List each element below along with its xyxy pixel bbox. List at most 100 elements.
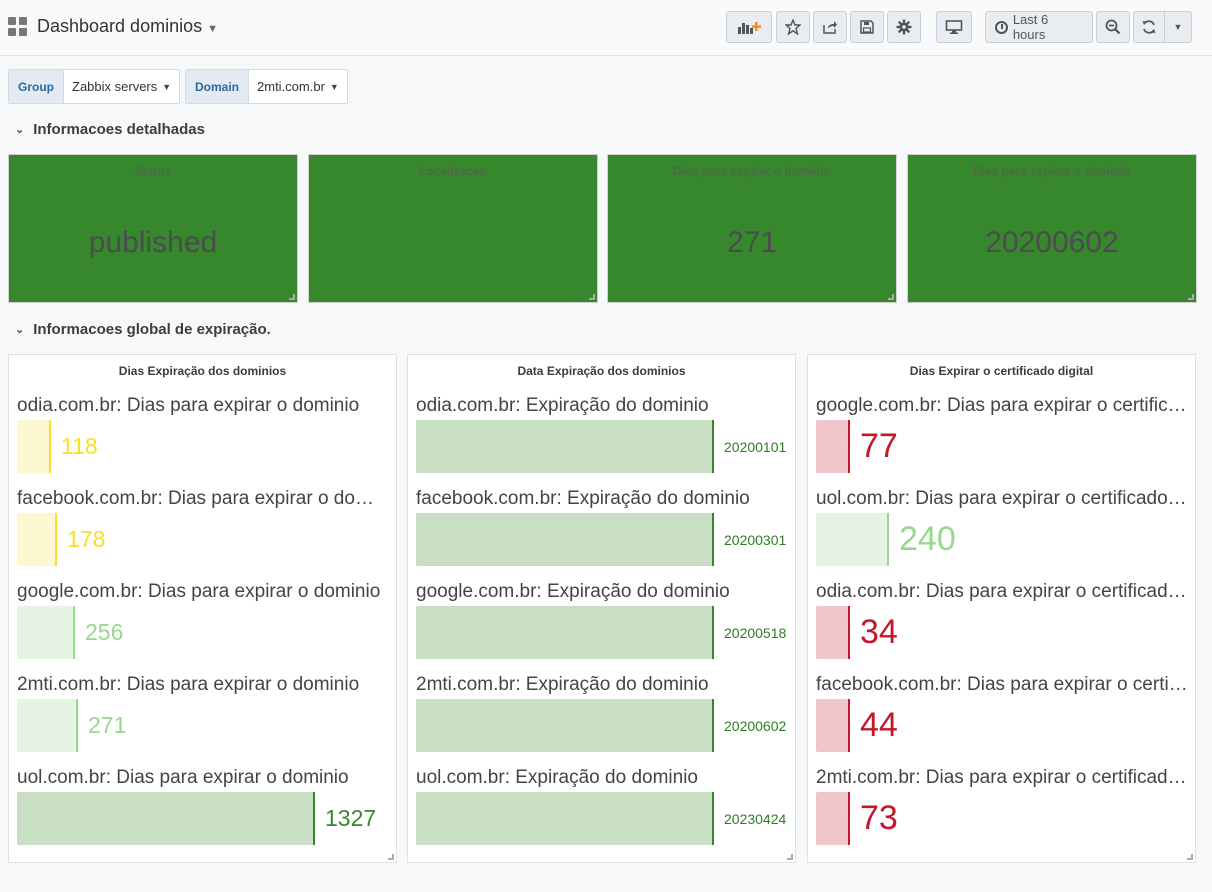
bar-gauge-bar (416, 513, 714, 566)
resize-handle[interactable] (388, 854, 394, 860)
caret-down-icon: ▼ (162, 81, 172, 92)
settings-button[interactable] (887, 11, 921, 43)
bar-gauge-label: 2mti.com.br: Dias para expirar o certifi… (816, 767, 1188, 788)
bar-gauge-value: 44 (860, 706, 898, 744)
bar-gauge-value: 240 (899, 520, 956, 558)
bar-gauge-item: google.com.br: Dias para expirar o certi… (816, 395, 1188, 480)
bar-gauge-bar (17, 699, 78, 752)
bar-gauge-value: 20200101 (724, 438, 787, 455)
zoom-out-button[interactable] (1096, 11, 1130, 43)
share-button[interactable] (813, 11, 847, 43)
refresh-button[interactable] (1133, 11, 1165, 43)
add-panel-button[interactable] (726, 11, 772, 43)
bar-gauge-bar (416, 699, 714, 752)
bar-gauge-label: uol.com.br: Dias para expirar o certific… (816, 488, 1188, 509)
row-informacoes-global[interactable]: ⌄ Informacoes global de expiração. (15, 321, 271, 338)
chevron-down-icon: ⌄ (15, 124, 25, 136)
bar-gauge-bar (17, 606, 75, 659)
resize-handle[interactable] (1188, 294, 1194, 300)
bar-gauge-item: odia.com.br: Dias para expirar o dominio… (17, 395, 389, 480)
bar-gauge-item: uol.com.br: Expiração do dominio 20230424 (416, 767, 788, 852)
caret-down-icon: ▼ (329, 81, 339, 92)
bar-gauge-bar (816, 792, 850, 845)
panel-title: Dias Expiração dos dominios (118, 364, 287, 378)
bar-gauge-item: google.com.br: Expiração do dominio 20200… (416, 581, 788, 666)
variable-group-select[interactable]: Zabbix servers ▼ (64, 70, 179, 103)
bar-gauge-label: 2mti.com.br: Expiração do dominio (416, 674, 709, 695)
bar-gauge-item: 2mti.com.br: Expiração do dominio 2020060… (416, 674, 788, 759)
dashboard-title-picker[interactable]: Dashboard dominios ▼ (37, 16, 218, 37)
row-informacoes-detalhadas[interactable]: ⌄ Informacoes detalhadas (15, 121, 205, 138)
panel-title: Localizacao (418, 164, 488, 178)
bar-gauge-label: uol.com.br: Expiração do dominio (416, 767, 698, 788)
bar-gauge-label: odia.com.br: Dias para expirar o certifi… (816, 581, 1188, 602)
bar-gauge-bar (816, 513, 889, 566)
variable-domain-select[interactable]: 2mti.com.br ▼ (249, 70, 347, 103)
time-picker-button[interactable]: Last 6 hours (985, 11, 1093, 43)
bargauge-panel-certificado[interactable]: Dias Expirar o certificado digital googl… (807, 354, 1196, 863)
time-range-label: Last 6 hours (1012, 12, 1049, 42)
bar-gauge-bar (816, 420, 850, 473)
bar-gauge-bar (816, 699, 850, 752)
resize-handle[interactable] (1187, 854, 1193, 860)
bar-gauge-label: uol.com.br: Dias para expirar o dominio (17, 767, 349, 788)
monitor-icon (945, 20, 963, 34)
zoom-out-icon (1105, 19, 1121, 35)
bar-gauge-value: 256 (85, 619, 124, 645)
bar-gauge-item: google.com.br: Dias para expirar o domin… (17, 581, 389, 666)
panel-title: Dias Expirar o certificado digital (909, 364, 1094, 378)
bar-gauge-label: odia.com.br: Expiração do dominio (416, 395, 709, 416)
bar-gauge-value: 77 (860, 427, 898, 465)
caret-down-icon: ▼ (207, 23, 218, 35)
bar-gauge-label: facebook.com.br: Dias para expirar o dom… (17, 488, 389, 509)
bar-gauge-label: google.com.br: Dias para expirar o domin… (17, 581, 381, 602)
bar-gauge-label: facebook.com.br: Dias para expirar o cer… (816, 674, 1188, 695)
bar-gauge-label: 2mti.com.br: Dias para expirar o dominio (17, 674, 360, 695)
panel-title: Dias para expirar o dominio (672, 164, 832, 178)
bar-gauge-item: uol.com.br: Dias para expirar o dominio 1… (17, 767, 389, 852)
bar-gauge-value: 34 (860, 613, 898, 651)
star-icon (785, 19, 801, 35)
bar-gauge-item: facebook.com.br: Expiração do dominio 202… (416, 488, 788, 573)
stat-panel-dias-expirar[interactable]: Dias para expirar o dominio 271 (607, 154, 897, 303)
bar-gauge-value: 73 (860, 799, 898, 837)
star-button[interactable] (776, 11, 810, 43)
bargauge-panel-dias-expiracao[interactable]: Dias Expiração dos dominios odia.com.br:… (8, 354, 397, 863)
stat-panel-status[interactable]: Status published (8, 154, 298, 303)
panel-title: Data Expiração dos dominios (517, 364, 686, 378)
bar-gauge-bar (17, 792, 315, 845)
stat-panel-data-expirar[interactable]: Dias para expirar o dominio 20200602 (907, 154, 1197, 303)
resize-handle[interactable] (589, 294, 595, 300)
bar-gauge-item: odia.com.br: Dias para expirar o certifi… (816, 581, 1188, 666)
bar-gauge-bar (416, 792, 714, 845)
resize-handle[interactable] (289, 294, 295, 300)
bar-gauge-value: 271 (88, 712, 127, 738)
bar-gauge-value: 20200301 (724, 531, 787, 548)
dashboard-title: Dashboard dominios (37, 16, 203, 36)
resize-handle[interactable] (787, 854, 793, 860)
refresh-interval-dropdown[interactable]: ▼ (1164, 11, 1192, 43)
bar-gauge-value: 1327 (325, 805, 377, 831)
bar-gauge-label: facebook.com.br: Expiração do dominio (416, 488, 750, 509)
variable-group-value: Zabbix servers (72, 79, 158, 94)
bar-gauge-bar (17, 513, 57, 566)
bar-gauge-bar (416, 420, 714, 473)
bar-gauge-value: 20200602 (724, 717, 787, 734)
bargauge-panel-data-expiracao[interactable]: Data Expiração dos dominios odia.com.br:… (407, 354, 796, 863)
bar-gauge-value: 178 (67, 526, 106, 552)
dashboard-grid-icon[interactable] (8, 17, 27, 36)
save-button[interactable] (850, 11, 884, 43)
row-title: Informacoes global de expiração. (33, 321, 271, 338)
stat-panel-localizacao[interactable]: Localizacao (308, 154, 598, 303)
variable-group: Group Zabbix servers ▼ (8, 69, 181, 104)
bar-gauge-bar (416, 606, 714, 659)
bar-gauge-bar (816, 606, 850, 659)
resize-handle[interactable] (888, 294, 894, 300)
bar-gauge-label: google.com.br: Expiração do dominio (416, 581, 730, 602)
variable-domain-value: 2mti.com.br (257, 79, 325, 94)
bar-gauge-value: 118 (61, 433, 98, 459)
save-icon (860, 20, 874, 34)
chevron-down-icon: ⌄ (15, 324, 25, 336)
bar-gauge-item: 2mti.com.br: Dias para expirar o dominio… (17, 674, 389, 759)
tv-mode-button[interactable] (936, 11, 972, 43)
